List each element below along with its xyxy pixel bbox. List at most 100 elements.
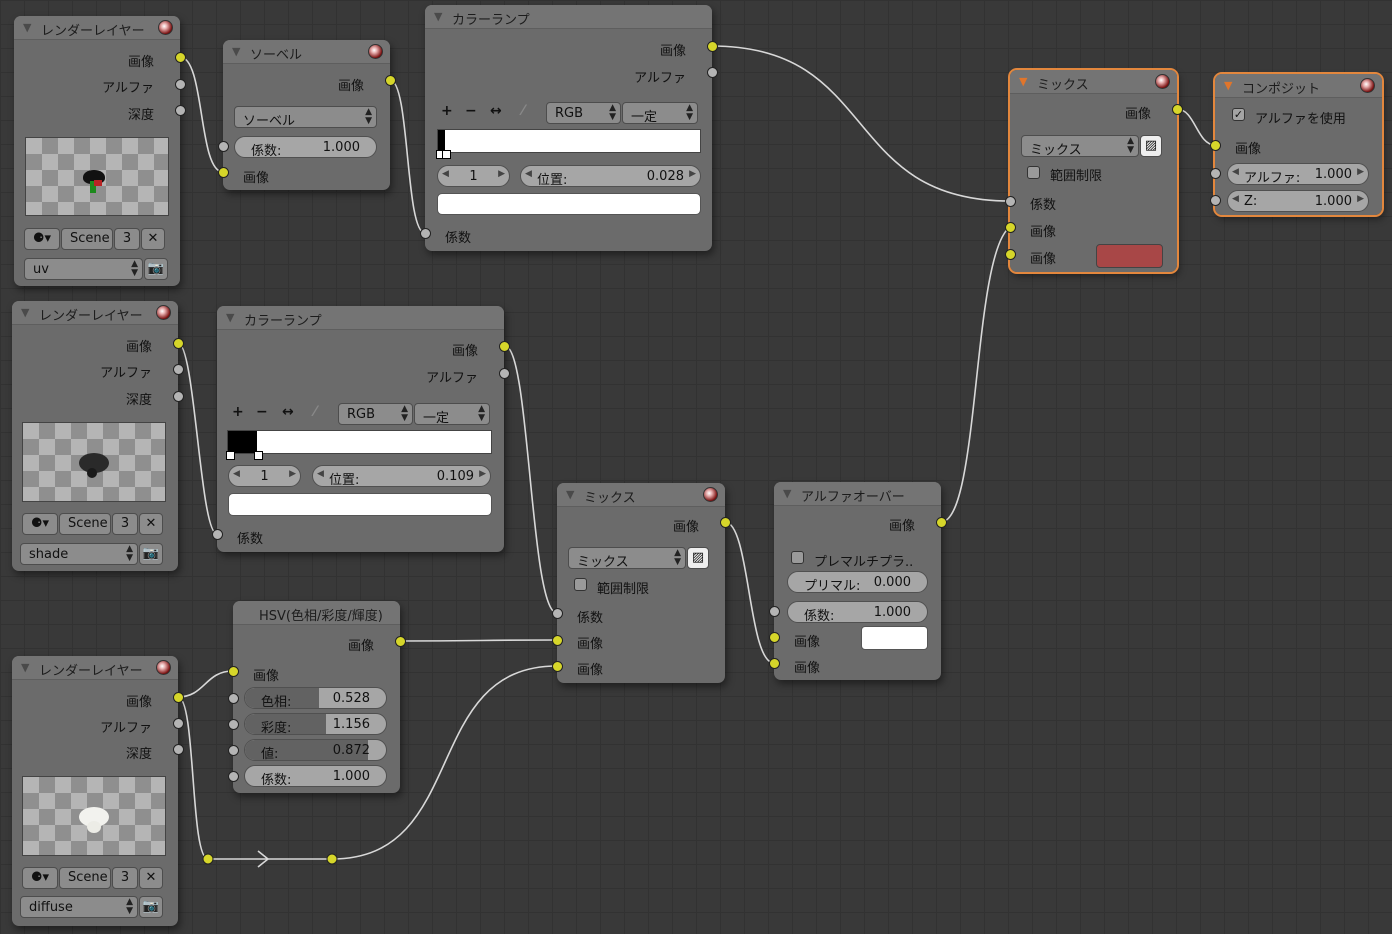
scene-name-field[interactable]: Scene: [61, 228, 113, 250]
hsv-input-saturation-socket[interactable]: [228, 719, 239, 730]
color-mode-dropdown[interactable]: RGB ▲ ▼: [338, 403, 413, 425]
mixmid-input-image2-socket[interactable]: [552, 661, 563, 672]
blend-type-dropdown[interactable]: ミックス ▲ ▼: [568, 547, 686, 570]
add-stop-icon[interactable]: +: [232, 404, 244, 420]
scene-unlink-icon[interactable]: ✕: [141, 228, 165, 250]
collapse-triangle-icon[interactable]: ▼: [21, 661, 29, 674]
ramp-stop-handle-0[interactable]: [226, 451, 235, 460]
scene-browse-button[interactable]: ⚈▾: [22, 513, 58, 535]
use-alpha-checkbox[interactable]: ✓: [1232, 108, 1245, 121]
composite-input-image-socket[interactable]: [1210, 140, 1221, 151]
preview-sphere-icon[interactable]: [703, 487, 718, 502]
sobel-factor-field[interactable]: 係数: 1.000: [234, 136, 377, 159]
sobel-input-factor-socket[interactable]: [218, 141, 229, 152]
arrow-right-icon[interactable]: ▶: [479, 469, 486, 479]
mixtop-input-image1-socket[interactable]: [1005, 222, 1016, 233]
mixtop-input-image2-socket[interactable]: [1005, 249, 1016, 260]
alpha-value-field[interactable]: ◀ アルファ: 1.000 ▶: [1227, 163, 1369, 186]
collapse-triangle-icon[interactable]: ▼: [783, 487, 791, 500]
scene-unlink-icon[interactable]: ✕: [139, 867, 163, 889]
alphaover-input-image2-socket[interactable]: [769, 658, 780, 669]
collapse-triangle-icon[interactable]: ▼: [21, 306, 29, 319]
mixmid-input-image1-socket[interactable]: [552, 635, 563, 646]
alpha-over-node[interactable]: ▼ アルファオーバー 画像 プレマルチプラ.. プリマル: 0.000 係数: 1.0…: [774, 482, 941, 680]
image1-color-swatch[interactable]: [861, 626, 928, 650]
arrow-right-icon[interactable]: ▶: [498, 169, 505, 179]
preview-sphere-icon[interactable]: [368, 44, 383, 59]
eyedropper-icon[interactable]: ⁄: [314, 404, 316, 420]
preview-sphere-icon[interactable]: [158, 20, 173, 35]
ramp2-output-alpha-socket[interactable]: [499, 368, 510, 379]
color-ramp-node-top[interactable]: ▼ カラーランプ 画像 アルファ + − ↔ ⁄ RGB ▲ ▼ 一定 ▲ ▼ ◀ 1 ▶ ◀…: [425, 5, 712, 251]
mixtop-output-image-socket[interactable]: [1172, 104, 1183, 115]
color-ramp-gradient[interactable]: [436, 129, 701, 159]
alphaover-output-image-socket[interactable]: [936, 517, 947, 528]
ramp-stop-handle-1[interactable]: [442, 150, 451, 159]
interpolation-dropdown[interactable]: 一定 ▲ ▼: [622, 102, 698, 125]
stop-color-swatch[interactable]: [437, 193, 701, 215]
rl1-output-depth-socket[interactable]: [175, 105, 186, 116]
image2-color-swatch[interactable]: [1096, 244, 1163, 268]
hsv-node[interactable]: HSV(色相/彩度/輝度) 画像 画像 色相: 0.528 彩度: 1.156 値:…: [233, 601, 400, 793]
rl1-output-image-socket[interactable]: [175, 52, 186, 63]
scene-unlink-icon[interactable]: ✕: [139, 513, 163, 535]
render-layers-node-uv[interactable]: ▼ レンダーレイヤー 画像 アルファ 深度 ⚈▾ Scene 3 ✕ uv ▲ ▼ 📷: [14, 16, 180, 286]
arrow-right-icon[interactable]: ▶: [1357, 167, 1364, 177]
value-field[interactable]: 値: 0.872: [244, 739, 387, 762]
collapse-triangle-icon[interactable]: ▼: [232, 45, 240, 58]
collapse-triangle-icon[interactable]: ▼: [226, 311, 234, 324]
node-header[interactable]: ▼ レンダーレイヤー: [12, 656, 178, 680]
color-ramp-gradient[interactable]: [226, 430, 492, 460]
ramp1-output-image-socket[interactable]: [707, 41, 718, 52]
remove-stop-icon[interactable]: −: [465, 103, 477, 119]
remove-stop-icon[interactable]: −: [256, 404, 268, 420]
scene-browse-button[interactable]: ⚈▾: [24, 228, 60, 250]
alphaover-input-image1-socket[interactable]: [769, 632, 780, 643]
stop-position-field[interactable]: ◀ 位置: 0.028 ▶: [520, 165, 701, 188]
collapse-triangle-icon[interactable]: ▼: [434, 10, 442, 23]
stop-position-field[interactable]: ◀ 位置: 0.109 ▶: [312, 465, 491, 488]
flip-ramp-icon[interactable]: ↔: [490, 103, 502, 119]
rl1-output-alpha-socket[interactable]: [175, 79, 186, 90]
ramp-stop-handle-1[interactable]: [254, 451, 263, 460]
hsv-input-value-socket[interactable]: [228, 745, 239, 756]
alpha-over-factor-field[interactable]: 係数: 1.000: [787, 601, 928, 624]
arrow-left-icon[interactable]: ◀: [1232, 194, 1239, 204]
collapse-triangle-icon[interactable]: ▼: [1224, 79, 1232, 92]
node-header[interactable]: ▼ ミックス: [557, 483, 725, 507]
hsv-output-image-socket[interactable]: [395, 636, 406, 647]
arrow-left-icon[interactable]: ◀: [317, 469, 324, 479]
use-alpha-toggle-icon[interactable]: ▨: [687, 547, 709, 569]
node-header[interactable]: ▼ コンポジット: [1215, 74, 1382, 98]
node-header[interactable]: ▼ アルファオーバー: [774, 482, 941, 506]
rl3-output-image-socket[interactable]: [173, 692, 184, 703]
collapse-triangle-icon[interactable]: ▼: [23, 21, 31, 34]
hsv-input-factor-socket[interactable]: [228, 771, 239, 782]
use-alpha-toggle-icon[interactable]: ▨: [1140, 135, 1162, 157]
premul-field[interactable]: プリマル: 0.000: [787, 571, 928, 594]
clamp-checkbox[interactable]: [574, 578, 587, 591]
rl3-output-depth-socket[interactable]: [173, 744, 184, 755]
composite-input-alpha-socket[interactable]: [1210, 168, 1221, 179]
node-header[interactable]: ▼ レンダーレイヤー: [14, 16, 180, 40]
clamp-checkbox[interactable]: [1027, 166, 1040, 179]
rl2-output-alpha-socket[interactable]: [173, 364, 184, 375]
rl2-output-image-socket[interactable]: [173, 338, 184, 349]
node-header[interactable]: ▼ カラーランプ: [425, 5, 712, 29]
eyedropper-icon[interactable]: ⁄: [522, 103, 524, 119]
rl2-output-depth-socket[interactable]: [173, 391, 184, 402]
stop-index-field[interactable]: ◀ 1 ▶: [228, 465, 301, 487]
add-stop-icon[interactable]: +: [441, 103, 453, 119]
arrow-left-icon[interactable]: ◀: [525, 169, 532, 179]
node-header[interactable]: ▼ ソーベル: [223, 40, 390, 64]
scene-browse-button[interactable]: ⚈▾: [22, 867, 58, 889]
interpolation-dropdown[interactable]: 一定 ▲ ▼: [414, 403, 490, 426]
convert-premul-checkbox[interactable]: [791, 551, 804, 564]
sobel-filter-node[interactable]: ▼ ソーベル 画像 ソーベル ▲ ▼ 係数: 1.000 画像: [223, 40, 390, 190]
mixmid-output-image-socket[interactable]: [720, 517, 731, 528]
render-layers-node-diffuse[interactable]: ▼ レンダーレイヤー 画像 アルファ 深度 ⚈▾ Scene 3 ✕ diffus…: [12, 656, 178, 926]
arrow-right-icon[interactable]: ▶: [289, 469, 296, 479]
saturation-field[interactable]: 彩度: 1.156: [244, 713, 387, 736]
render-layer-dropdown[interactable]: shade ▲ ▼: [20, 543, 138, 565]
blend-type-dropdown[interactable]: ミックス ▲ ▼: [1021, 135, 1139, 158]
